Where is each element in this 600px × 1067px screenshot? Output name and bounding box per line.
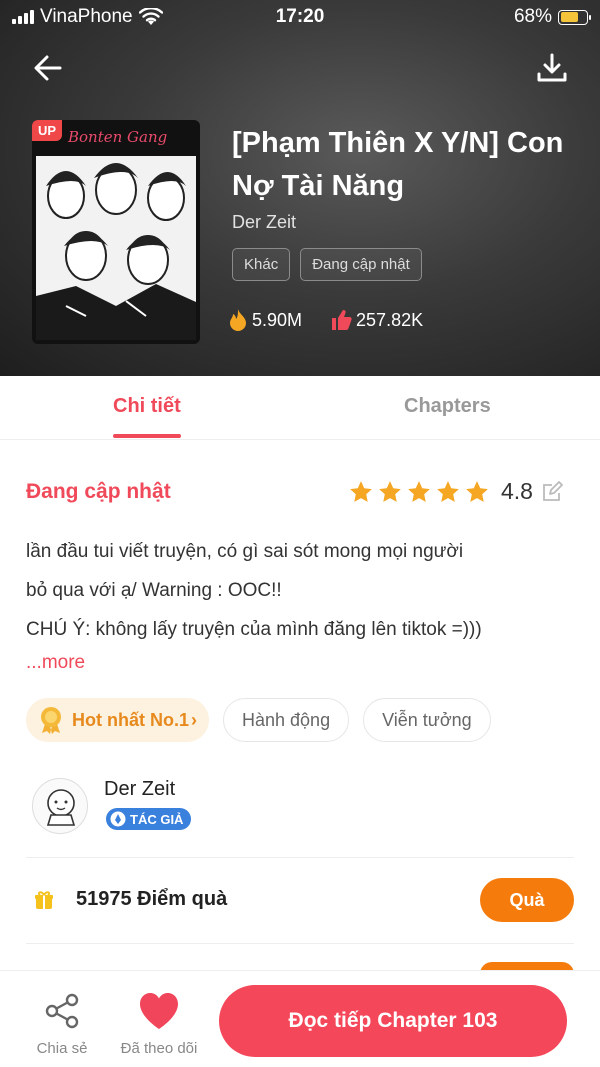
edit-rating-icon[interactable] bbox=[540, 480, 564, 504]
chevron-right-icon: › bbox=[191, 709, 197, 730]
more-link[interactable]: ...more bbox=[26, 652, 85, 674]
genre-chip-fantasy[interactable]: Viễn tưởng bbox=[363, 698, 491, 742]
like-count: 257.82K bbox=[356, 309, 424, 330]
hot-rank-label: Hot nhất No.1 bbox=[72, 709, 189, 730]
star-icon bbox=[379, 480, 401, 502]
description-line: bỏ qua với ạ/ Warning : OOC!! bbox=[26, 580, 282, 601]
genre-chips: Hot nhất No.1 › Hành động Viễn tưởng bbox=[26, 698, 491, 742]
avatar bbox=[32, 778, 88, 834]
author-name: Der Zeit bbox=[104, 778, 176, 800]
share-label: Chia sẻ bbox=[36, 1040, 88, 1057]
author-badge-label: TÁC GIẢ bbox=[130, 811, 184, 827]
tab-chapters[interactable]: Chapters bbox=[404, 395, 491, 418]
pen-icon bbox=[110, 811, 126, 827]
description-line: CHÚ Ý: không lấy truyện của mình đăng lê… bbox=[26, 619, 482, 640]
gift-points: 51975 Điểm quà bbox=[76, 888, 228, 910]
battery-percent: 68% bbox=[513, 6, 552, 27]
book-header: VinaPhone 17:20 68% UP Bonten Gang [Phạm… bbox=[0, 0, 600, 376]
rating-value: 4.8 bbox=[501, 478, 533, 504]
heart-icon bbox=[140, 993, 178, 1029]
gift-button[interactable]: Quà bbox=[480, 878, 574, 922]
tab-bar: Chi tiết Chapters bbox=[0, 376, 600, 440]
bottom-action-bar: Chia sẻ Đã theo dõi Đọc tiếp Chapter 103 bbox=[0, 970, 600, 1067]
genre-chip-action[interactable]: Hành động bbox=[223, 698, 350, 742]
battery-icon bbox=[558, 9, 591, 25]
medal-icon bbox=[41, 707, 61, 734]
back-arrow-icon[interactable] bbox=[30, 50, 66, 86]
follow-button[interactable]: Đã theo dõi bbox=[114, 991, 204, 1057]
fire-icon bbox=[230, 309, 246, 331]
description-line: lần đầu tui viết truyện, có gì sai sót m… bbox=[26, 541, 464, 562]
book-author[interactable]: Der Zeit bbox=[232, 212, 296, 233]
star-icon bbox=[466, 480, 488, 502]
status-bar: VinaPhone 17:20 68% bbox=[0, 0, 600, 34]
share-button[interactable]: Chia sẻ bbox=[34, 991, 90, 1057]
clock: 17:20 bbox=[275, 6, 325, 27]
cover-artwork bbox=[36, 156, 196, 340]
gift-points-row: 51975 Điểm quà Quà bbox=[26, 858, 574, 944]
follow-label: Đã theo dõi bbox=[120, 1040, 198, 1057]
rating: 4.8 bbox=[348, 478, 564, 505]
share-icon bbox=[45, 993, 79, 1029]
star-icon bbox=[350, 480, 372, 502]
gift-icon bbox=[35, 891, 53, 909]
continue-reading-button[interactable]: Đọc tiếp Chapter 103 bbox=[219, 985, 567, 1057]
author-card[interactable]: Der Zeit TÁC GIẢ bbox=[26, 770, 574, 858]
download-icon[interactable] bbox=[534, 50, 570, 86]
book-stats: 5.90M 257.82K bbox=[228, 308, 423, 332]
cover-title: Bonten Gang bbox=[68, 128, 168, 146]
tab-details[interactable]: Chi tiết bbox=[113, 395, 181, 438]
tag-status[interactable]: Đang cập nhật bbox=[300, 248, 422, 281]
publication-status: Đang cập nhật bbox=[26, 480, 171, 503]
book-tags: Khác Đang cập nhật bbox=[232, 248, 422, 281]
star-icon bbox=[437, 480, 459, 502]
description: lần đầu tui viết truyện, có gì sai sót m… bbox=[26, 532, 576, 649]
tag-category[interactable]: Khác bbox=[232, 248, 291, 281]
book-title: [Phạm Thiên X Y/N] Con Nợ Tài Năng bbox=[232, 127, 564, 202]
view-count: 5.90M bbox=[252, 309, 303, 330]
book-cover[interactable]: UP Bonten Gang bbox=[32, 120, 200, 344]
thumbs-up-icon bbox=[332, 310, 352, 330]
update-badge: UP bbox=[32, 120, 63, 141]
hot-rank-chip[interactable]: Hot nhất No.1 › bbox=[26, 698, 209, 742]
star-icon bbox=[408, 480, 430, 502]
author-badge: TÁC GIẢ bbox=[106, 808, 192, 830]
